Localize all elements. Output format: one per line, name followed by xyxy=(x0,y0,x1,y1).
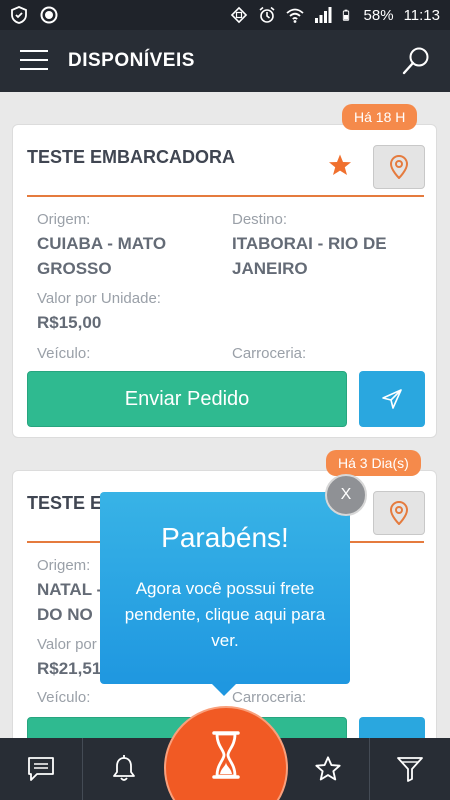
star-icon xyxy=(315,756,341,781)
star-icon[interactable] xyxy=(328,153,352,177)
tab-filter[interactable] xyxy=(370,738,450,800)
send-order-button[interactable]: Enviar Pedido xyxy=(27,371,347,427)
price-value: R$21,51 xyxy=(37,659,102,678)
menu-icon[interactable] xyxy=(20,50,48,70)
freight-card[interactable]: TESTE EMBARCADORA Origem: CUIABA - MATO … xyxy=(12,124,437,438)
map-button[interactable] xyxy=(373,145,425,189)
hourglass-icon xyxy=(212,731,240,779)
tab-notifications[interactable] xyxy=(83,738,165,800)
map-button[interactable] xyxy=(373,491,425,535)
congrats-popup[interactable]: Parabéns! Agora você possui frete penden… xyxy=(100,492,350,684)
wifi-icon xyxy=(285,8,304,23)
price-label: Valor por xyxy=(37,636,97,653)
bell-icon xyxy=(113,755,135,781)
popup-title: Parabéns! xyxy=(161,522,289,553)
send-message-button[interactable] xyxy=(359,371,425,427)
vehicle-label: Veículo: xyxy=(37,689,91,706)
price-value: R$15,00 xyxy=(37,313,102,332)
alarm-icon xyxy=(259,6,275,23)
origin-label: Origem: xyxy=(37,211,91,228)
origin-line-2: GROSSO xyxy=(37,259,112,278)
status-bar: 58% 11:13 xyxy=(0,0,450,30)
battery-level: 58% xyxy=(363,6,394,24)
origin-line-2: DO NO xyxy=(37,605,93,624)
page-title: DISPONÍVEIS xyxy=(68,50,195,71)
filter-icon xyxy=(397,757,423,782)
popup-message[interactable]: Agora você possui frete pendente, clique… xyxy=(118,576,332,654)
chat-icon xyxy=(28,757,54,781)
vehicle-label: Veículo: xyxy=(37,345,91,362)
company-name: TESTE EMBARCADORA xyxy=(27,147,236,167)
search-icon[interactable] xyxy=(400,45,432,77)
tab-favorites[interactable] xyxy=(287,738,369,800)
record-icon xyxy=(40,6,58,24)
destination-line-1: ITABORAI - RIO DE xyxy=(232,234,387,253)
shield-icon xyxy=(11,6,27,24)
origin-label: Origem: xyxy=(37,557,91,574)
body-type-label: Carroceria: xyxy=(232,345,307,362)
map-pin-icon xyxy=(389,501,409,525)
popup-pointer xyxy=(212,684,236,696)
app-bar: DISPONÍVEIS xyxy=(0,30,450,92)
price-label: Valor por Unidade: xyxy=(37,290,161,307)
tab-chat[interactable] xyxy=(0,738,82,800)
signal-icon xyxy=(314,7,332,23)
clock: 11:13 xyxy=(403,6,440,24)
destination-label: Destino: xyxy=(232,211,288,228)
divider xyxy=(27,195,424,197)
body-type-label: Carroceria: xyxy=(232,689,307,706)
origin-line-1: CUIABA - MATO xyxy=(37,234,167,253)
close-button[interactable]: X xyxy=(325,474,367,516)
battery-icon xyxy=(342,9,349,21)
map-pin-icon xyxy=(389,155,409,179)
origin-line-1: NATAL - xyxy=(37,580,103,599)
age-badge: Há 3 Dia(s) xyxy=(326,450,421,476)
send-icon xyxy=(382,389,402,409)
age-badge: Há 18 H xyxy=(342,104,418,130)
rotate-icon xyxy=(230,6,247,24)
destination-line-2: JANEIRO xyxy=(232,259,308,278)
